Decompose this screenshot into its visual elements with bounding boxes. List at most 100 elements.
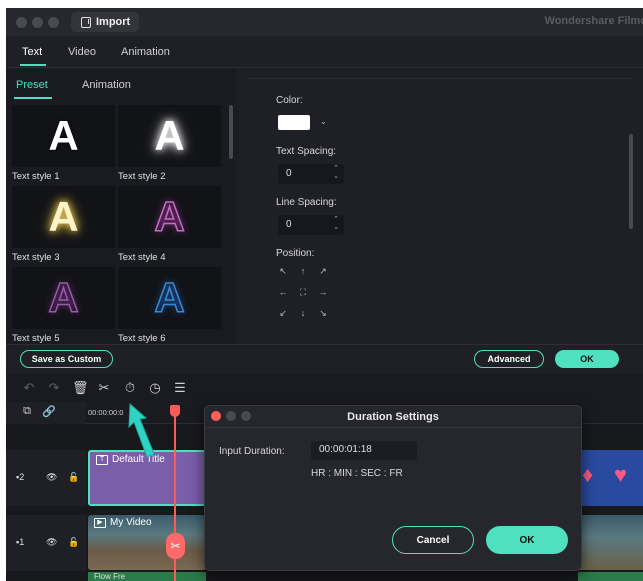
link-icon[interactable]: 🔗	[42, 405, 56, 418]
audio-clip-name: Flow Fre	[94, 572, 126, 581]
dialog-minimize-button[interactable]	[226, 411, 236, 421]
track-1-number: 1	[19, 537, 25, 547]
track-1-header: ▪1 👁 🔓	[6, 515, 86, 571]
text-style-1-thumb[interactable]: A	[12, 105, 115, 167]
undo-icon[interactable]: ↶	[22, 380, 36, 396]
import-icon	[81, 16, 91, 28]
stepper-arrows-icon[interactable]: ⌃ ⌄	[333, 216, 339, 232]
text-spacing-stepper[interactable]: 0 ⌃ ⌄	[278, 164, 344, 184]
title-clip-icon: T	[96, 454, 108, 465]
import-label: Import	[96, 16, 131, 28]
dialog-zoom-button[interactable]	[241, 411, 251, 421]
action-bar: Save as Custom Advanced OK	[6, 344, 643, 374]
dialog-ok-button[interactable]: OK	[486, 526, 568, 554]
text-style-3-thumb[interactable]: A	[12, 186, 115, 248]
window-close-button[interactable]	[16, 17, 27, 28]
position-bottom-left-icon[interactable]: ↙	[276, 308, 290, 319]
position-left-icon[interactable]: ←	[276, 287, 290, 297]
line-spacing-value: 0	[286, 219, 292, 230]
position-top-right-icon[interactable]: ↗	[316, 266, 330, 277]
dialog-close-button[interactable]	[211, 411, 221, 421]
ok-button[interactable]: OK	[555, 350, 619, 368]
import-button[interactable]: Import	[71, 12, 139, 32]
position-label: Position:	[276, 248, 315, 259]
eye-icon[interactable]: 👁	[46, 537, 57, 548]
chevron-down-icon[interactable]: ⌄	[320, 117, 327, 126]
eye-icon[interactable]: 👁	[46, 472, 57, 483]
subtab-preset[interactable]: Preset	[16, 79, 48, 91]
audio-clip-right[interactable]	[578, 572, 643, 581]
preset-scrollbar[interactable]	[229, 105, 233, 159]
video-clip-name: My Video	[110, 517, 152, 528]
text-style-2-label: Text style 2	[118, 171, 166, 182]
track-2-header: ▪2 👁 🔓	[6, 450, 86, 506]
color-label: Color:	[276, 95, 303, 106]
lock-icon[interactable]: 🔓	[68, 472, 79, 483]
position-top-icon[interactable]: ↑	[296, 266, 310, 276]
video-clip[interactable]: ▶ My Video	[88, 515, 206, 570]
timeline-header-controls: ⧉ 🔗	[6, 402, 86, 424]
split-scissors-icon[interactable]: ✂	[166, 533, 185, 559]
window-minimize-button[interactable]	[32, 17, 43, 28]
advanced-button[interactable]: Advanced	[474, 350, 544, 368]
title-clip-right[interactable]: ♦ ♥	[578, 450, 643, 506]
position-top-left-icon[interactable]: ↖	[276, 266, 290, 277]
active-subtab-indicator	[14, 97, 52, 99]
properties-scrollbar[interactable]	[629, 134, 633, 229]
heart-icon: ♦	[582, 462, 594, 487]
subtab-animation[interactable]: Animation	[82, 79, 131, 91]
text-style-5-label: Text style 5	[12, 333, 60, 344]
video-clip-right[interactable]	[578, 515, 643, 570]
timeline-toolbar: ↶ ↷ 🗑 ✂ ⏱ ◷ ☰	[6, 374, 643, 402]
input-duration-label: Input Duration:	[219, 446, 285, 457]
app-title: Wondershare Filmo	[544, 15, 643, 27]
text-style-1-label: Text style 1	[12, 171, 60, 182]
duration-input[interactable]: 00:00:01:18	[311, 441, 417, 460]
position-center-icon[interactable]: ⛶	[296, 287, 310, 298]
video-clip-icon: ▶	[94, 517, 106, 528]
duration-settings-dialog: Duration Settings Input Duration: 00:00:…	[204, 405, 582, 571]
title-bar: Import Wondershare Filmo	[6, 8, 643, 36]
tab-animation[interactable]: Animation	[121, 46, 170, 58]
editor-window: Import Wondershare Filmo Text Video Anim…	[6, 8, 643, 581]
text-style-5-thumb[interactable]: A	[12, 267, 115, 329]
playhead-handle[interactable]	[170, 405, 180, 417]
position-bottom-icon[interactable]: ↓	[296, 308, 310, 318]
color-picker[interactable]	[278, 115, 310, 130]
stepper-arrows-icon[interactable]: ⌃ ⌄	[333, 165, 339, 181]
heart-icon: ♥	[614, 462, 628, 487]
dialog-title: Duration Settings	[205, 406, 581, 428]
tab-video[interactable]: Video	[68, 46, 96, 58]
track-1-label: ▪1	[16, 537, 25, 547]
speed-icon[interactable]: ◷	[148, 380, 162, 396]
text-style-3-label: Text style 3	[12, 252, 60, 263]
delete-icon[interactable]: 🗑	[72, 380, 89, 396]
adjust-icon[interactable]: ☰	[173, 380, 187, 396]
preset-panel: Preset Animation A Text style 1 A Text s…	[6, 69, 234, 344]
line-spacing-stepper[interactable]: 0 ⌃ ⌄	[278, 215, 344, 235]
line-spacing-label: Line Spacing:	[276, 197, 337, 208]
lock-icon[interactable]: 🔓	[68, 537, 79, 548]
tab-text[interactable]: Text	[22, 46, 42, 58]
position-bottom-right-icon[interactable]: ↘	[316, 308, 330, 319]
add-track-icon[interactable]: ⧉	[20, 405, 34, 418]
video-clip-label: ▶ My Video	[94, 517, 152, 528]
duration-format-hint: HR : MIN : SEC : FR	[311, 468, 403, 479]
property-tabs: Text Video Animation	[6, 36, 643, 68]
text-spacing-label: Text Spacing:	[276, 146, 337, 157]
audio-clip[interactable]: Flow Fre	[88, 572, 206, 581]
properties-header	[248, 69, 633, 79]
position-right-icon[interactable]: →	[316, 287, 330, 297]
cut-icon[interactable]: ✂	[97, 380, 111, 396]
window-zoom-button[interactable]	[48, 17, 59, 28]
text-style-4-label: Text style 4	[118, 252, 166, 263]
active-tab-indicator	[20, 64, 46, 66]
text-style-2-thumb[interactable]: A	[118, 105, 221, 167]
duration-icon[interactable]: ⏱	[123, 380, 137, 396]
text-style-4-thumb[interactable]: A	[118, 186, 221, 248]
redo-icon[interactable]: ↷	[47, 380, 61, 396]
save-as-custom-button[interactable]: Save as Custom	[20, 350, 113, 368]
track-2-label: ▪2	[16, 472, 25, 482]
cancel-button[interactable]: Cancel	[392, 526, 474, 554]
text-style-6-thumb[interactable]: A	[118, 267, 221, 329]
